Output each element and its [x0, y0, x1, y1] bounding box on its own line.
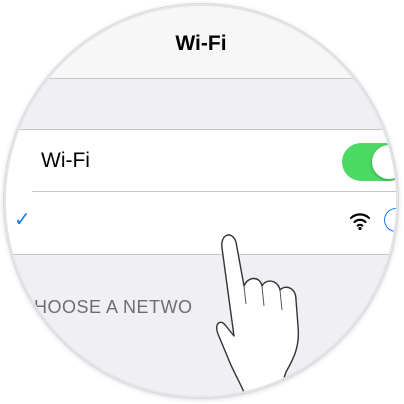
wifi-toggle-cell: Wi-Fi	[4, 129, 398, 192]
pointing-hand-icon	[216, 234, 300, 398]
page-title: Wi-Fi	[175, 32, 227, 55]
toggle-knob	[372, 145, 398, 179]
navigation-bar: Wi-Fi	[4, 4, 398, 79]
wifi-label: Wi-Fi	[41, 149, 90, 172]
info-icon[interactable]	[384, 208, 398, 232]
magnified-view: Wi-Fi Wi-Fi ✓ HOOSE A NETWO	[4, 4, 398, 398]
checkmark-icon: ✓	[14, 209, 31, 231]
wifi-toggle-switch[interactable]	[342, 143, 398, 181]
group-spacer	[4, 79, 398, 129]
section-header: HOOSE A NETWO	[34, 297, 193, 317]
